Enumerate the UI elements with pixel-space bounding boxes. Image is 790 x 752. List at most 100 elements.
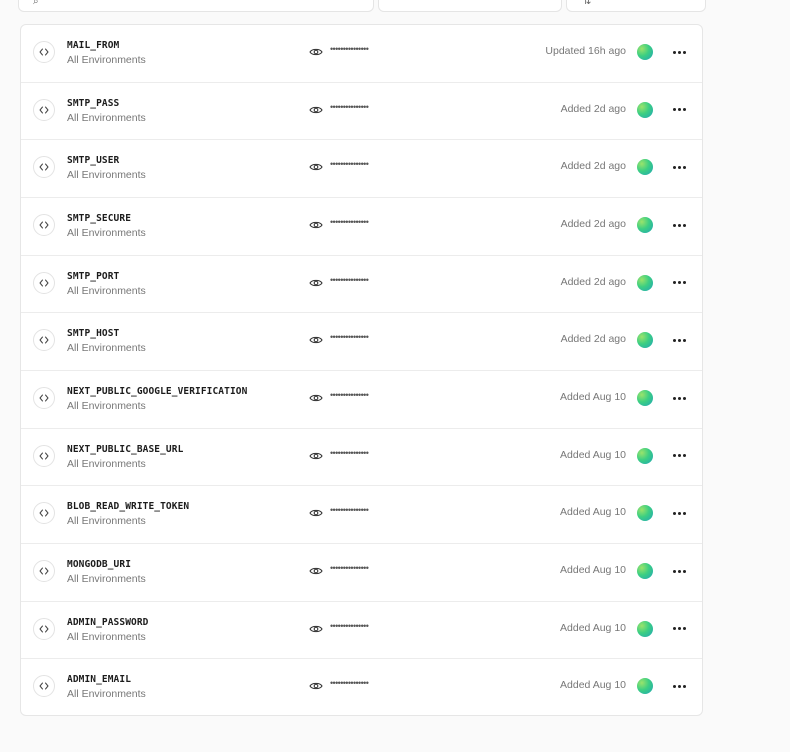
eye-icon[interactable] [309,218,323,232]
user-avatar [637,505,653,522]
last-updated: Added 2d ago [560,160,626,173]
more-horizontal-icon[interactable] [669,563,689,579]
variable-environment: All Environments [67,284,146,297]
last-updated: Added Aug 10 [560,506,626,519]
eye-icon[interactable] [309,333,323,347]
variable-environment: All Environments [67,688,146,701]
last-updated: Added 2d ago [560,102,626,115]
eye-icon[interactable] [309,160,323,174]
masked-value: ••••••••••••••• [330,274,369,285]
user-avatar [637,217,653,233]
code-brackets-icon [33,560,55,582]
variable-key[interactable]: NEXT_PUBLIC_GOOGLE_VERIFICATION [67,386,247,397]
variable-key[interactable]: SMTP_HOST [67,328,119,339]
variable-environment: All Environments [67,227,146,239]
eye-icon[interactable] [309,679,323,693]
code-brackets-icon [33,271,55,294]
env-variable-row[interactable]: SMTP_USER All Environments •••••••••••••… [21,140,702,199]
user-avatar [637,390,653,406]
code-brackets-icon [33,617,55,640]
more-horizontal-icon[interactable] [669,44,689,60]
variable-key[interactable]: NEXT_PUBLIC_BASE_URL [67,444,183,455]
variable-key[interactable]: MONGODB_URI [67,559,131,570]
env-variables-list: MAIL_FROM All Environments •••••••••••••… [20,24,703,716]
last-updated: Updated 16h ago [545,45,626,57]
variable-environment: All Environments [67,400,146,412]
eye-icon[interactable] [309,506,323,520]
last-updated: Added 2d ago [560,275,626,288]
variable-key[interactable]: ADMIN_EMAIL [67,674,131,685]
more-horizontal-icon[interactable] [669,217,689,233]
user-avatar [637,678,653,695]
masked-value: ••••••••••••••• [330,447,369,458]
code-brackets-icon [33,214,55,236]
search-icon: ⌕ [33,0,39,7]
user-avatar [637,101,653,118]
variable-key[interactable]: SMTP_PASS [67,98,119,109]
variable-environment: All Environments [67,342,146,355]
masked-value: ••••••••••••••• [330,678,369,689]
variable-key[interactable]: SMTP_SECURE [67,213,131,224]
env-variable-row[interactable]: SMTP_SECURE All Environments •••••••••••… [21,198,702,256]
more-horizontal-icon[interactable] [669,505,689,521]
env-variable-row[interactable]: SMTP_PASS All Environments •••••••••••••… [21,83,702,141]
variable-key[interactable]: SMTP_USER [67,155,119,166]
more-horizontal-icon[interactable] [669,390,689,406]
env-variable-row[interactable]: ADMIN_PASSWORD All Environments ••••••••… [21,602,702,660]
env-variable-row[interactable]: NEXT_PUBLIC_GOOGLE_VERIFICATION All Envi… [21,371,702,429]
variable-environment: All Environments [67,573,146,585]
eye-icon[interactable] [309,276,323,290]
masked-value: ••••••••••••••• [330,505,369,516]
variable-key[interactable]: BLOB_READ_WRITE_TOKEN [67,501,189,512]
more-horizontal-icon[interactable] [669,102,689,118]
variable-environment: All Environments [67,515,146,528]
code-brackets-icon [33,502,55,525]
variable-key[interactable]: ADMIN_PASSWORD [67,617,148,628]
user-avatar [637,620,653,637]
env-variable-row[interactable]: BLOB_READ_WRITE_TOKEN All Environments •… [21,486,702,545]
eye-icon[interactable] [309,45,323,59]
variable-key[interactable]: SMTP_PORT [67,271,119,282]
variable-environment: All Environments [67,54,146,66]
eye-icon[interactable] [309,449,323,463]
more-horizontal-icon[interactable] [669,678,689,694]
code-brackets-icon [33,444,55,467]
eye-icon[interactable] [309,391,323,405]
variable-key[interactable]: MAIL_FROM [67,40,119,51]
env-variable-row[interactable]: NEXT_PUBLIC_BASE_URL All Environments ••… [21,429,702,487]
eye-icon[interactable] [309,622,323,636]
variable-environment: All Environments [67,457,146,470]
masked-value: ••••••••••••••• [330,332,369,343]
masked-value: ••••••••••••••• [330,563,369,573]
variable-environment: All Environments [67,169,146,182]
env-variable-row[interactable]: MONGODB_URI All Environments •••••••••••… [21,544,702,602]
env-variable-row[interactable]: SMTP_PORT All Environments •••••••••••••… [21,256,702,314]
search-input[interactable]: ⌕ [18,0,374,12]
code-brackets-icon [33,387,55,409]
more-horizontal-icon[interactable] [669,159,689,175]
environment-filter[interactable] [378,0,562,12]
user-avatar [637,447,653,464]
more-horizontal-icon[interactable] [669,448,689,464]
variable-environment: All Environments [67,630,146,643]
user-avatar [637,159,653,176]
eye-icon[interactable] [309,564,323,578]
masked-value: ••••••••••••••• [330,101,369,112]
last-updated: Added 2d ago [560,333,626,346]
env-variable-row[interactable]: MAIL_FROM All Environments •••••••••••••… [21,25,702,83]
env-variable-row[interactable]: ADMIN_EMAIL All Environments •••••••••••… [21,659,702,717]
sort-dropdown[interactable]: ⇅ [566,0,706,12]
code-brackets-icon [33,98,55,121]
eye-icon[interactable] [309,103,323,117]
env-variable-row[interactable]: SMTP_HOST All Environments •••••••••••••… [21,313,702,372]
user-avatar [637,563,653,579]
variable-environment: All Environments [67,111,146,124]
more-horizontal-icon[interactable] [669,275,689,291]
last-updated: Added Aug 10 [560,448,626,461]
masked-value: ••••••••••••••• [330,159,369,170]
sort-icon: ⇅ [583,0,592,7]
more-horizontal-icon[interactable] [669,621,689,637]
user-avatar [637,332,653,349]
more-horizontal-icon[interactable] [669,332,689,348]
last-updated: Added Aug 10 [560,391,626,403]
